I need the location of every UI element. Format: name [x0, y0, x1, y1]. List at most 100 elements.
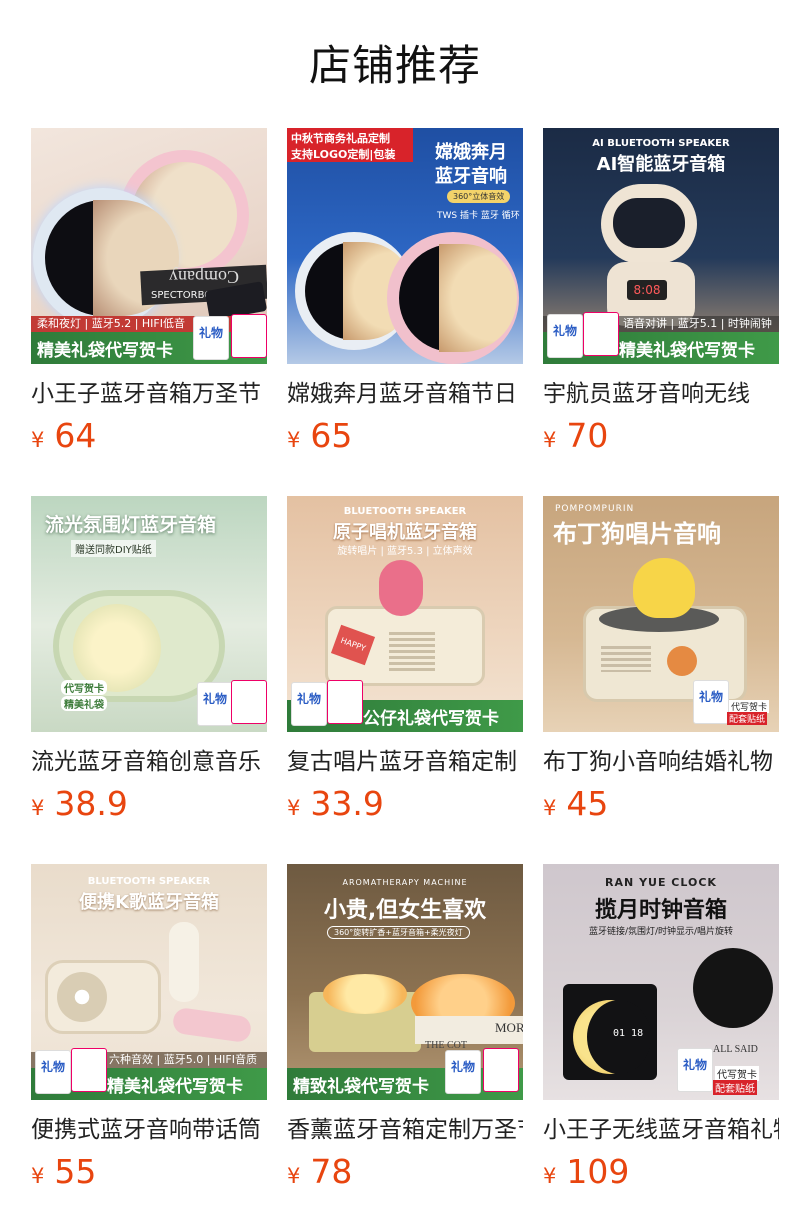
product-headline: 小贵,但女生喜欢 — [323, 898, 487, 923]
gift-bag-icon — [231, 314, 267, 358]
currency-symbol: ¥ — [543, 428, 557, 452]
product-card[interactable]: RAN YUE CLOCK 揽月时钟音箱 蓝牙链接/氛围灯/时钟显示/唱片旋转 … — [543, 864, 779, 1200]
product-grid: Company SPECTORBOOKS 柔和夜灯 | 蓝牙5.2 | HIFI… — [31, 128, 779, 1232]
currency-symbol: ¥ — [287, 1164, 301, 1188]
microphone-image — [169, 922, 199, 1002]
product-title[interactable]: 便携式蓝牙音响带话筒 — [31, 1114, 267, 1146]
product-image[interactable]: BLUETOOTH SPEAKER 便携K歌蓝牙音箱 六种音效 | 蓝牙5.0 … — [31, 864, 267, 1100]
product-card[interactable]: 流光氛围灯蓝牙音箱 赠送同款DIY贴纸 代写贺卡 精美礼袋 礼物 流光蓝牙音箱创… — [31, 496, 267, 832]
product-row: BLUETOOTH SPEAKER 便携K歌蓝牙音箱 六种音效 | 蓝牙5.0 … — [31, 864, 779, 1200]
sub-headline: 赠送同款DIY贴纸 — [71, 540, 156, 557]
product-price: 64 — [54, 416, 97, 455]
product-headline: 嫦娥奔月 — [435, 142, 507, 163]
badge-line-2: 支持LOGO定制|包装 — [291, 148, 396, 161]
product-price: 70 — [566, 416, 609, 455]
currency-symbol: ¥ — [543, 796, 557, 820]
product-price: 65 — [310, 416, 353, 455]
product-headline: 揽月时钟音箱 — [594, 898, 727, 923]
product-image[interactable]: BLUETOOTH SPEAKER 原子唱机蓝牙音箱 旋转唱片 | 蓝牙5.3 … — [287, 496, 523, 732]
sub-headline: BLUETOOTH SPEAKER — [87, 876, 211, 887]
pompompurin-figure — [633, 558, 695, 618]
gift-bag-icon — [483, 1048, 519, 1092]
sticker-2: 精美礼袋 — [61, 696, 107, 711]
price-row: ¥ 109 — [543, 1152, 779, 1192]
product-card[interactable]: BLUETOOTH SPEAKER 便携K歌蓝牙音箱 六种音效 | 蓝牙5.0 … — [31, 864, 267, 1200]
price-row: ¥ 38.9 — [31, 784, 267, 824]
product-card[interactable]: AROMATHERAPY MACHINE 小贵,但女生喜欢 360°旋转扩香+蓝… — [287, 864, 523, 1200]
price-row: ¥ 45 — [543, 784, 779, 824]
product-title[interactable]: 小王子蓝牙音箱万圣节 — [31, 378, 267, 410]
price-row: ¥ 55 — [31, 1152, 267, 1192]
product-card[interactable]: Company SPECTORBOOKS 柔和夜灯 | 蓝牙5.2 | HIFI… — [31, 128, 267, 464]
product-price: 38.9 — [54, 784, 128, 823]
product-title[interactable]: 小王子无线蓝牙音箱礼物 — [543, 1114, 779, 1146]
feature-pill: 360°立体音效 — [447, 190, 511, 203]
product-headline: 流光氛围灯蓝牙音箱 — [45, 514, 217, 536]
product-title[interactable]: 香薰蓝牙音箱定制万圣节 — [287, 1114, 523, 1146]
product-price: 33.9 — [310, 784, 384, 823]
product-headline: 原子唱机蓝牙音箱 — [333, 522, 477, 543]
product-title[interactable]: 嫦娥奔月蓝牙音箱节日 — [287, 378, 523, 410]
product-image[interactable]: Company SPECTORBOOKS 柔和夜灯 | 蓝牙5.2 | HIFI… — [31, 128, 267, 364]
product-image[interactable]: 中秋节商务礼品定制 支持LOGO定制|包装 嫦娥奔月 蓝牙音响 360°立体音效… — [287, 128, 523, 364]
tag-sticker: 配套贴纸 — [727, 712, 768, 725]
tag-sticker: 配套贴纸 — [713, 1080, 757, 1095]
product-price: 45 — [566, 784, 609, 823]
product-row: 流光氛围灯蓝牙音箱 赠送同款DIY贴纸 代写贺卡 精美礼袋 礼物 流光蓝牙音箱创… — [31, 496, 779, 832]
product-price: 78 — [310, 1152, 353, 1191]
gift-bag-icon — [583, 312, 619, 356]
product-price: 55 — [54, 1152, 97, 1191]
currency-symbol: ¥ — [543, 1164, 557, 1188]
book-title: MOR — [495, 1020, 523, 1035]
product-headline-2: 蓝牙音响 — [435, 166, 507, 187]
bear-figure — [379, 560, 423, 616]
badge-line-1: 中秋节商务礼品定制 — [291, 132, 390, 145]
price-row: ¥ 65 — [287, 416, 523, 456]
feature-pill: 360°旋转扩香+蓝牙音箱+柔光夜灯 — [327, 926, 470, 939]
product-card[interactable]: BLUETOOTH SPEAKER 原子唱机蓝牙音箱 旋转唱片 | 蓝牙5.3 … — [287, 496, 523, 832]
tag-card: 代写贺卡 — [715, 1066, 759, 1081]
gift-bag-icon — [231, 680, 267, 724]
price-row: ¥ 70 — [543, 416, 779, 456]
clock-display: 8:08 — [627, 280, 667, 300]
sub-headline: AROMATHERAPY MACHINE — [342, 878, 468, 887]
product-image[interactable]: RAN YUE CLOCK 揽月时钟音箱 蓝牙链接/氛围灯/时钟显示/唱片旋转 … — [543, 864, 779, 1100]
product-title[interactable]: 宇航员蓝牙音响无线 — [543, 378, 779, 410]
currency-symbol: ¥ — [31, 1164, 45, 1188]
book-title: ALL SAID — [713, 1044, 758, 1055]
feature-line: 旋转唱片 | 蓝牙5.3 | 立体声效 — [337, 546, 473, 557]
currency-symbol: ¥ — [287, 428, 301, 452]
product-image[interactable]: POMPOMPURIN 布丁狗唱片音响 礼物 代写贺卡 配套贴纸 — [543, 496, 779, 732]
gift-bag-icon — [327, 680, 363, 724]
product-price: 109 — [566, 1152, 630, 1191]
book-title: Company — [169, 267, 239, 287]
price-row: ¥ 33.9 — [287, 784, 523, 824]
sub-headline: POMPOMPURIN — [555, 504, 635, 514]
product-row: Company SPECTORBOOKS 柔和夜灯 | 蓝牙5.2 | HIFI… — [31, 128, 779, 464]
product-image[interactable]: AI BLUETOOTH SPEAKER AI智能蓝牙音箱 8:08 语音对讲 … — [543, 128, 779, 364]
product-title[interactable]: 复古唱片蓝牙音箱定制 — [287, 746, 523, 778]
price-row: ¥ 64 — [31, 416, 267, 456]
page-title: 店铺推荐 — [308, 41, 481, 90]
price-row: ¥ 78 — [287, 1152, 523, 1192]
currency-symbol: ¥ — [287, 796, 301, 820]
sub-headline: BLUETOOTH SPEAKER — [343, 506, 467, 517]
product-card[interactable]: 中秋节商务礼品定制 支持LOGO定制|包装 嫦娥奔月 蓝牙音响 360°立体音效… — [287, 128, 523, 464]
product-card[interactable]: AI BLUETOOTH SPEAKER AI智能蓝牙音箱 8:08 语音对讲 … — [543, 128, 779, 464]
product-headline: AI智能蓝牙音箱 — [596, 154, 726, 175]
gift-bag-icon — [71, 1048, 107, 1092]
product-title[interactable]: 布丁狗小音响结婚礼物 — [543, 746, 779, 778]
product-image[interactable]: 流光氛围灯蓝牙音箱 赠送同款DIY贴纸 代写贺卡 精美礼袋 礼物 — [31, 496, 267, 732]
product-card[interactable]: POMPOMPURIN 布丁狗唱片音响 礼物 代写贺卡 配套贴纸 布丁狗小音响结… — [543, 496, 779, 832]
currency-symbol: ¥ — [31, 796, 45, 820]
feature-line: 蓝牙链接/氛围灯/时钟显示/唱片旋转 — [588, 927, 734, 937]
sticker-1: 代写贺卡 — [61, 680, 107, 695]
product-headline: 便携K歌蓝牙音箱 — [79, 892, 219, 913]
product-image[interactable]: AROMATHERAPY MACHINE 小贵,但女生喜欢 360°旋转扩香+蓝… — [287, 864, 523, 1100]
spec-line: TWS 插卡 蓝牙 循环 — [437, 211, 520, 221]
product-headline: 布丁狗唱片音响 — [553, 520, 721, 548]
product-title[interactable]: 流光蓝牙音箱创意音乐 — [31, 746, 267, 778]
sub-headline: RAN YUE CLOCK — [605, 876, 717, 889]
clock-display: 01 18 — [613, 1028, 644, 1039]
sub-headline: AI BLUETOOTH SPEAKER — [592, 138, 730, 149]
